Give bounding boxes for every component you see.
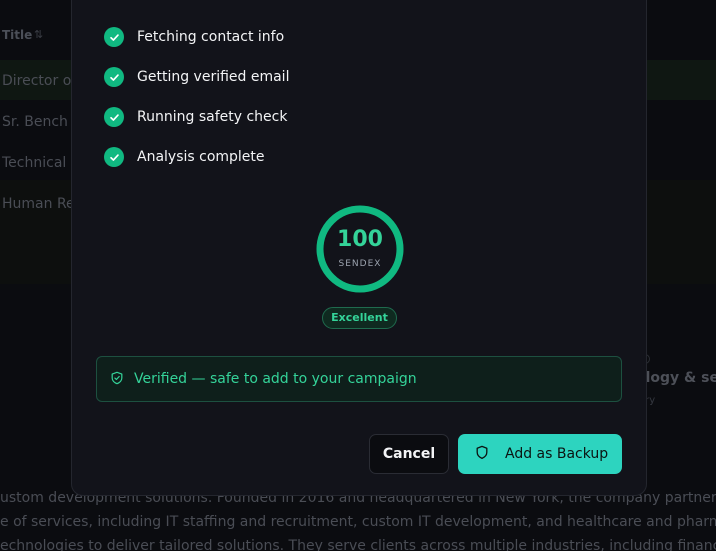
check-icon bbox=[104, 147, 124, 167]
shield-check-icon bbox=[110, 370, 124, 389]
add-as-backup-label: Add as Backup bbox=[505, 446, 609, 462]
step-item: Getting verified email bbox=[104, 57, 289, 97]
step-item: Analysis complete bbox=[104, 137, 289, 177]
sort-icon: ⇅ bbox=[34, 28, 44, 41]
step-label: Fetching contact info bbox=[137, 29, 285, 45]
column-header-title: Title bbox=[2, 28, 33, 42]
rating-badge: Excellent bbox=[322, 307, 397, 329]
step-item: Running safety check bbox=[104, 97, 289, 137]
verification-modal: Fetching contact info Getting verified e… bbox=[71, 0, 647, 496]
step-label: Running safety check bbox=[137, 109, 288, 125]
company-title: ology & se bbox=[636, 370, 716, 386]
row-title: Sr. Bench S bbox=[2, 114, 82, 130]
step-item: Fetching contact info bbox=[104, 17, 289, 57]
sendex-score-gauge: 100 SENDEX bbox=[314, 203, 406, 295]
verified-text: Verified — safe to add to your campaign bbox=[134, 371, 417, 387]
description-line: e of services, including IT staffing and… bbox=[0, 514, 716, 530]
shield-icon bbox=[475, 445, 489, 464]
check-icon bbox=[104, 67, 124, 87]
step-label: Getting verified email bbox=[137, 69, 290, 85]
check-icon bbox=[104, 27, 124, 47]
verified-banner: Verified — safe to add to your campaign bbox=[96, 356, 622, 402]
score-value: 100 bbox=[337, 227, 383, 252]
description-line: echnologies to deliver tailored solution… bbox=[0, 538, 716, 551]
row-title: Director of bbox=[2, 73, 77, 89]
progress-steps: Fetching contact info Getting verified e… bbox=[104, 17, 289, 177]
add-as-backup-button[interactable]: Add as Backup bbox=[458, 434, 622, 474]
step-label: Analysis complete bbox=[137, 149, 265, 165]
check-icon bbox=[104, 107, 124, 127]
row-title: Technical R bbox=[2, 155, 81, 171]
score-label: SENDEX bbox=[338, 259, 382, 269]
row-title: Human Res bbox=[2, 196, 82, 212]
cancel-button[interactable]: Cancel bbox=[369, 434, 449, 474]
